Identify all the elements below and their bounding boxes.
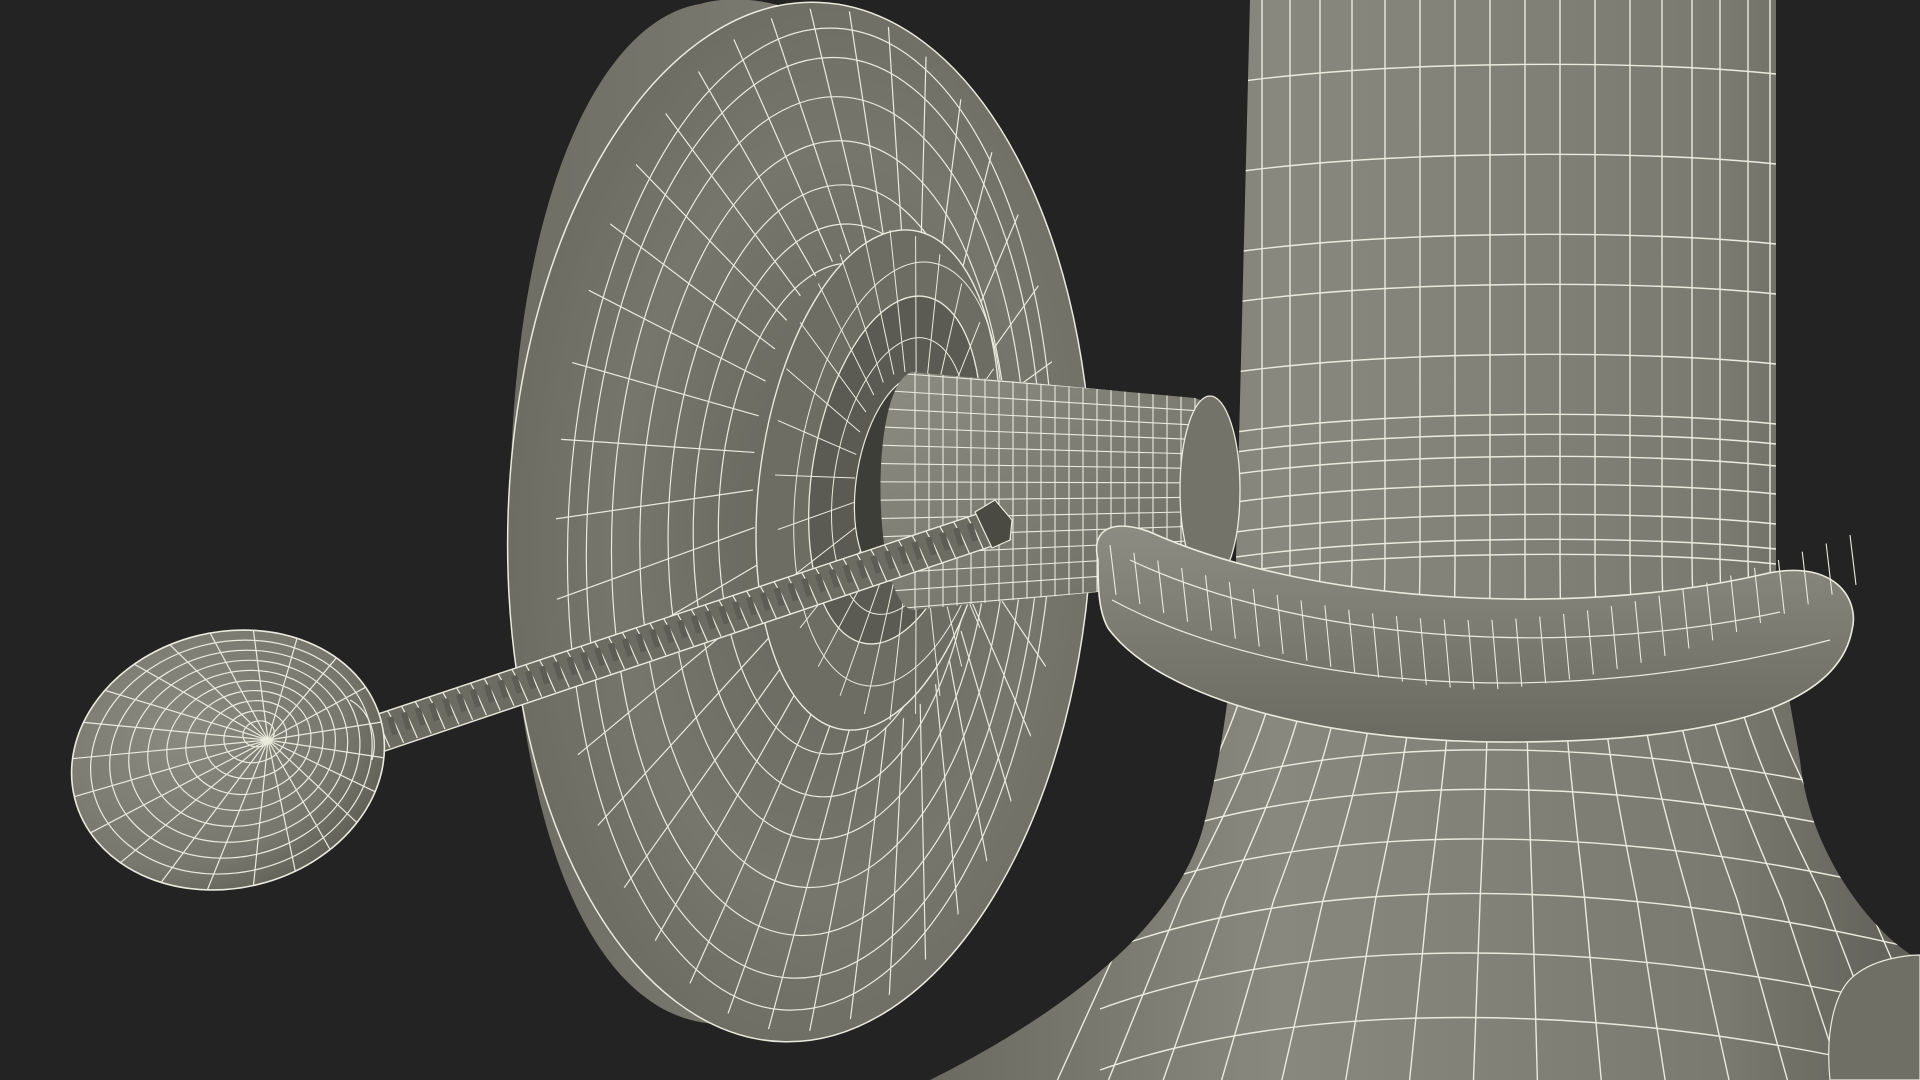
wireframe-render	[0, 0, 1920, 1080]
